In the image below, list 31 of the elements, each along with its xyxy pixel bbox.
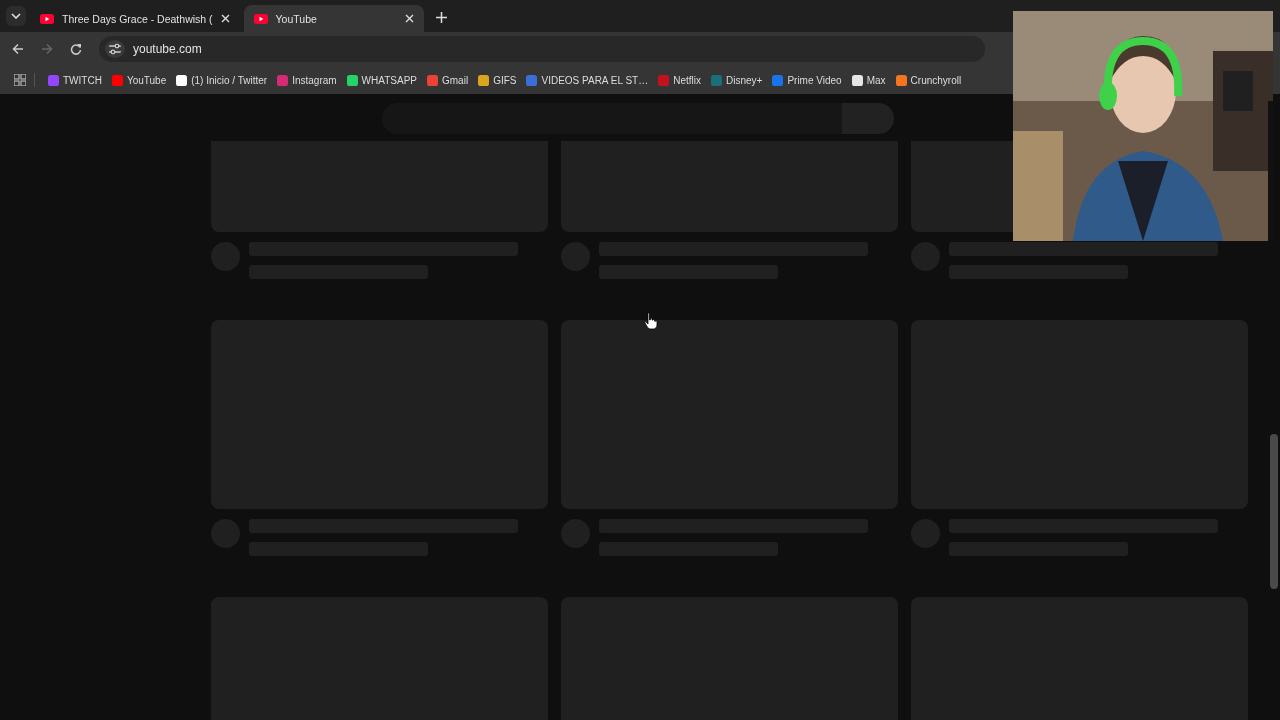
back-icon[interactable]: [12, 43, 24, 55]
new-tab-icon[interactable]: [435, 12, 447, 23]
scrollbar-thumb[interactable]: [1270, 434, 1278, 589]
close-icon[interactable]: [404, 14, 414, 23]
bookmark[interactable]: Netflix: [653, 74, 706, 86]
bookmark[interactable]: Instagram: [272, 74, 342, 86]
browser-tab[interactable]: YouTube: [243, 5, 424, 32]
hand-cursor-icon: [644, 312, 658, 330]
bookmark[interactable]: WHATSAPP: [341, 74, 422, 86]
bookmark[interactable]: Prime Video: [767, 74, 847, 86]
bookmark[interactable]: Disney+: [705, 74, 768, 86]
browser-tab[interactable]: Three Days Grace - Deathwish (: [30, 5, 240, 32]
tab-list-button[interactable]: [6, 6, 26, 26]
site-settings-icon[interactable]: [105, 40, 125, 58]
bookmark[interactable]: YouTube: [106, 74, 172, 86]
tab-title: Three Days Grace - Deathwish (: [62, 12, 213, 25]
bookmark[interactable]: (1) Inicio / Twitter: [171, 74, 273, 86]
bookmark[interactable]: VIDEOS PARA EL ST…: [521, 74, 654, 86]
reload-icon[interactable]: [70, 43, 82, 55]
bookmark[interactable]: TWITCH: [43, 74, 107, 86]
apps-grid-icon[interactable]: [14, 74, 26, 86]
tab-title: YouTube: [275, 12, 318, 25]
bookmark[interactable]: GIFS: [473, 74, 522, 86]
caret-icon: [11, 13, 21, 19]
bookmark[interactable]: Gmail: [422, 74, 474, 86]
bookmark[interactable]: Crunchyroll: [890, 74, 967, 86]
address-bar[interactable]: youtube.com: [99, 36, 985, 62]
close-icon[interactable]: [220, 14, 230, 23]
play-icon: [40, 13, 54, 24]
bookmark[interactable]: Max: [846, 74, 891, 86]
play-icon: [253, 13, 268, 24]
